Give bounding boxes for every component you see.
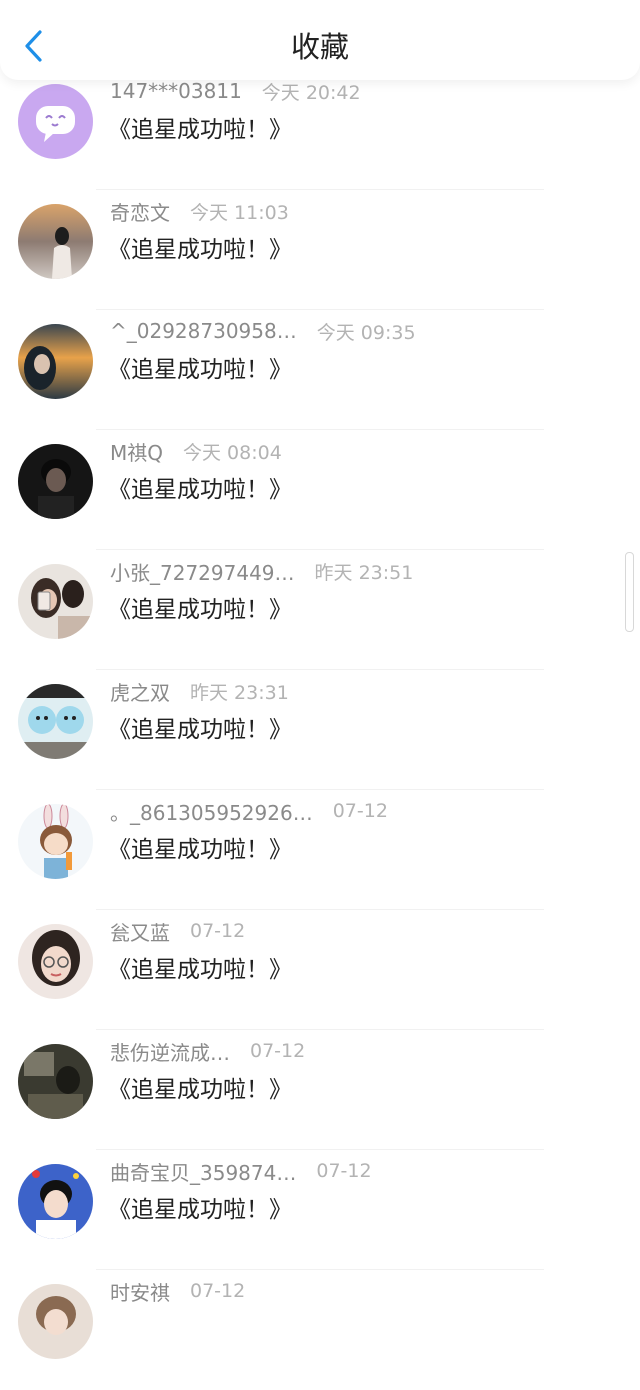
- message-text: 《追星成功啦！》: [108, 717, 292, 743]
- username: 。_861305952926…: [110, 800, 313, 825]
- message-text: 《追星成功啦！》: [108, 237, 292, 263]
- timestamp: 07-12: [190, 920, 246, 942]
- avatar: [18, 564, 93, 639]
- timestamp: 今天 08:04: [183, 441, 282, 464]
- username: 曲奇宝贝_359874…: [110, 1160, 297, 1185]
- username: ^_02928730958…: [110, 319, 297, 343]
- item-meta: 时安祺 07-12: [110, 1276, 245, 1306]
- avatar: [18, 444, 93, 519]
- top-bar: 收藏: [0, 0, 640, 80]
- username: 147***03811: [110, 79, 242, 103]
- message-text: 《追星成功啦！》: [108, 1077, 292, 1103]
- message-text: 《追星成功啦！》: [108, 837, 292, 863]
- timestamp: 07-12: [250, 1040, 306, 1062]
- timestamp: 07-12: [190, 1280, 246, 1302]
- avatar: [18, 84, 93, 159]
- item-meta: 虎之双 昨天 23:31: [110, 676, 289, 706]
- avatar: [18, 684, 93, 759]
- list-item[interactable]: ^_02928730958… 今天 09:35 《追星成功啦！》: [0, 310, 640, 430]
- message-text: 《追星成功啦！》: [108, 357, 292, 383]
- list-item[interactable]: 曲奇宝贝_359874… 07-12 《追星成功啦！》: [0, 1150, 640, 1270]
- username: M祺Q: [110, 440, 163, 465]
- timestamp: 07-12: [316, 1160, 372, 1182]
- list-item[interactable]: 小张_727297449… 昨天 23:51 《追星成功啦！》: [0, 550, 640, 670]
- item-meta: 小张_727297449… 昨天 23:51: [110, 556, 413, 586]
- avatar: [18, 804, 93, 879]
- timestamp: 今天 20:42: [261, 81, 361, 104]
- timestamp: 昨天 23:31: [190, 681, 289, 704]
- item-meta: 。_861305952926… 07-12: [110, 796, 388, 826]
- list-item[interactable]: 147***03811 今天 20:42 《追星成功啦！》: [0, 70, 640, 190]
- timestamp: 07-12: [332, 800, 388, 822]
- message-text: 《追星成功啦！》: [108, 1197, 292, 1223]
- avatar: [18, 324, 93, 399]
- scrollbar[interactable]: [625, 552, 634, 632]
- avatar: [18, 204, 93, 279]
- avatar: [18, 1284, 93, 1359]
- timestamp: 昨天 23:51: [314, 561, 414, 584]
- username: 瓮又蓝: [110, 920, 170, 945]
- list-item[interactable]: 奇恋文 今天 11:03 《追星成功啦！》: [0, 190, 640, 310]
- username: 虎之双: [110, 680, 170, 705]
- list-item[interactable]: 时安祺 07-12: [0, 1270, 640, 1390]
- item-meta: 147***03811 今天 20:42: [110, 76, 361, 106]
- message-text: 《追星成功啦！》: [108, 117, 292, 143]
- username: 小张_727297449…: [110, 560, 295, 585]
- message-text: 《追星成功啦！》: [108, 597, 292, 623]
- list-item[interactable]: M祺Q 今天 08:04 《追星成功啦！》: [0, 430, 640, 550]
- username: 奇恋文: [110, 200, 170, 225]
- item-meta: 瓮又蓝 07-12: [110, 916, 245, 946]
- item-meta: M祺Q 今天 08:04: [110, 436, 282, 466]
- list-item[interactable]: 虎之双 昨天 23:31 《追星成功啦！》: [0, 670, 640, 790]
- avatar: [18, 924, 93, 999]
- item-meta: 奇恋文 今天 11:03: [110, 196, 289, 226]
- username: 悲伤逆流成…: [110, 1040, 230, 1065]
- avatar: [18, 1044, 93, 1119]
- timestamp: 今天 11:03: [190, 201, 289, 224]
- item-meta: ^_02928730958… 今天 09:35: [110, 316, 416, 346]
- message-text: 《追星成功啦！》: [108, 957, 292, 983]
- page-title: 收藏: [290, 30, 349, 64]
- list-item[interactable]: 悲伤逆流成… 07-12 《追星成功啦！》: [0, 1030, 640, 1150]
- item-meta: 悲伤逆流成… 07-12: [110, 1036, 305, 1066]
- list-item[interactable]: 。_861305952926… 07-12 《追星成功啦！》: [0, 790, 640, 910]
- item-meta: 曲奇宝贝_359874… 07-12: [110, 1156, 372, 1186]
- message-text: 《追星成功啦！》: [108, 477, 292, 503]
- timestamp: 今天 09:35: [316, 321, 416, 344]
- username: 时安祺: [110, 1280, 170, 1305]
- avatar: [18, 1164, 93, 1239]
- list-item[interactable]: 瓮又蓝 07-12 《追星成功啦！》: [0, 910, 640, 1030]
